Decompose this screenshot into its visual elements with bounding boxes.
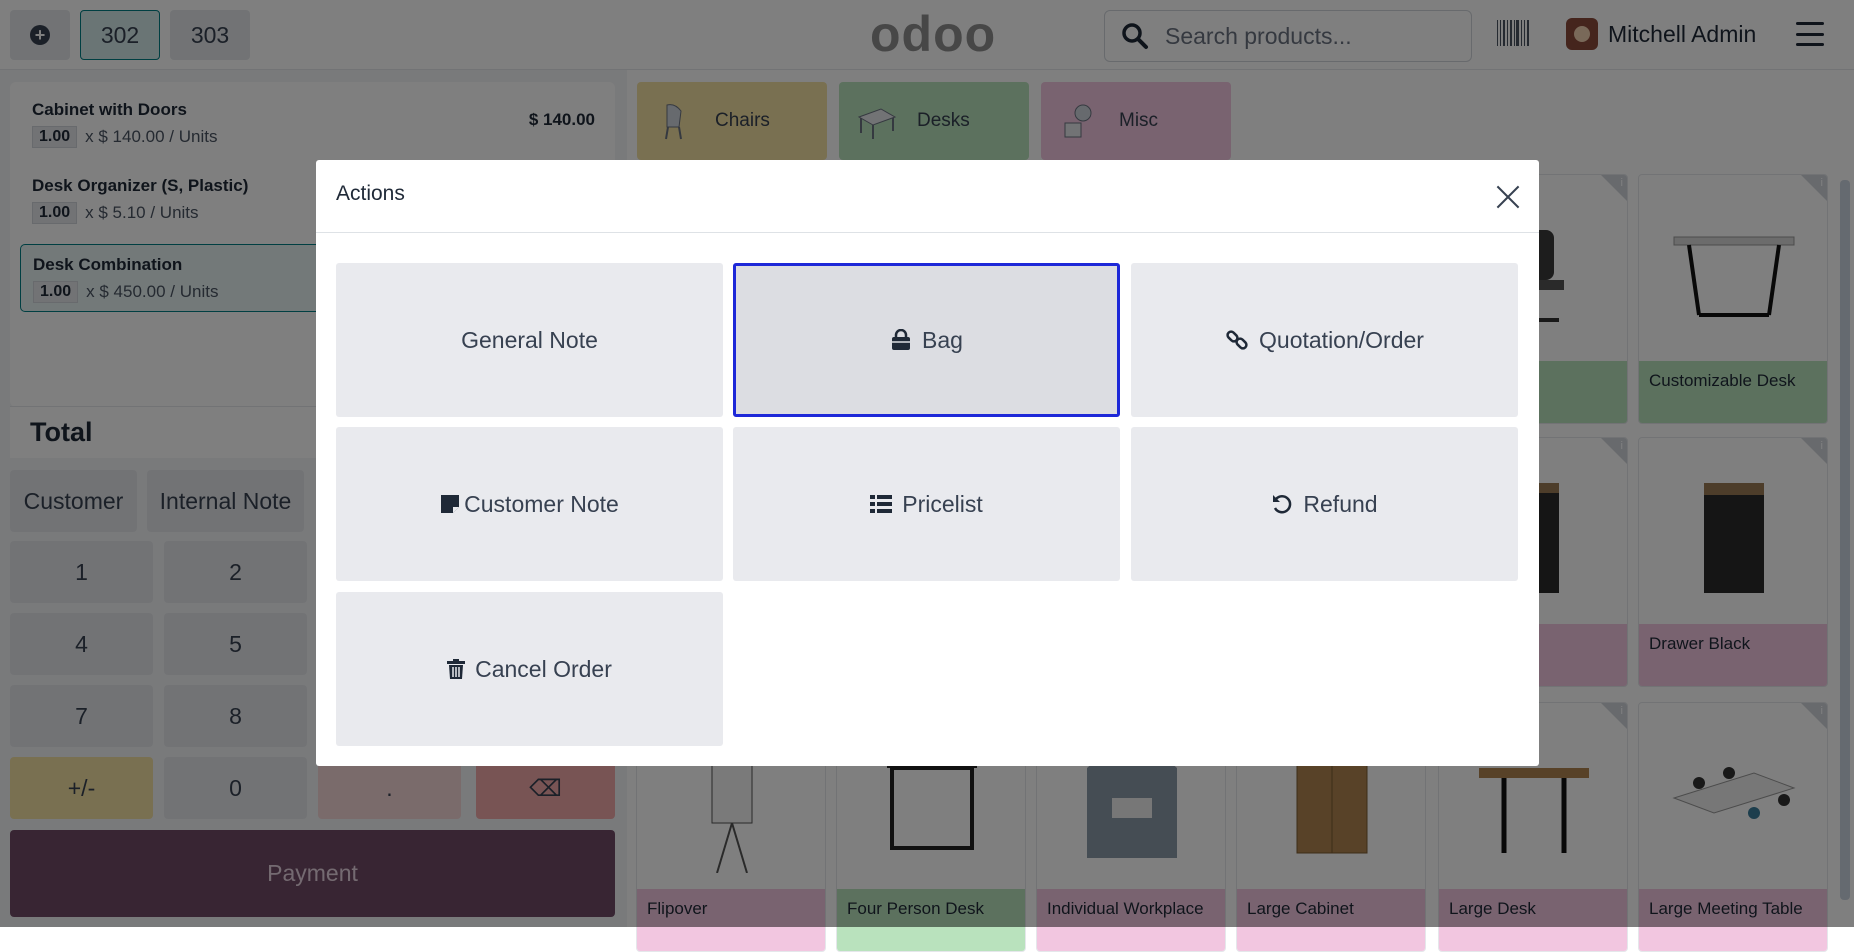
- cancel-order-button[interactable]: Cancel Order: [336, 592, 723, 746]
- action-label: Pricelist: [902, 490, 983, 517]
- action-label: General Note: [461, 326, 598, 353]
- bag-icon: [890, 329, 912, 351]
- list-icon: [870, 494, 893, 514]
- customer-note-button[interactable]: Customer Note: [336, 427, 723, 581]
- action-label: Customer Note: [464, 490, 619, 517]
- bag-button[interactable]: Bag: [733, 263, 1120, 417]
- dialog-title: Actions: [336, 182, 405, 205]
- refund-button[interactable]: Refund: [1131, 427, 1518, 581]
- trash-icon: [447, 659, 466, 679]
- general-note-button[interactable]: General Note: [336, 263, 723, 417]
- quotation-order-button[interactable]: Quotation/Order: [1131, 263, 1518, 417]
- undo-icon: [1271, 493, 1293, 515]
- pricelist-button[interactable]: Pricelist: [733, 427, 1120, 581]
- action-label: Refund: [1303, 490, 1378, 517]
- link-icon: [1225, 328, 1249, 352]
- dialog-header: Actions: [316, 160, 1539, 233]
- close-icon[interactable]: [1495, 184, 1521, 210]
- actions-dialog: Actions General Note Bag Quotation/Order…: [316, 160, 1539, 766]
- action-label: Bag: [922, 326, 963, 353]
- sticky-note-icon: [440, 494, 460, 514]
- action-label: Cancel Order: [475, 655, 612, 682]
- action-label: Quotation/Order: [1259, 326, 1424, 353]
